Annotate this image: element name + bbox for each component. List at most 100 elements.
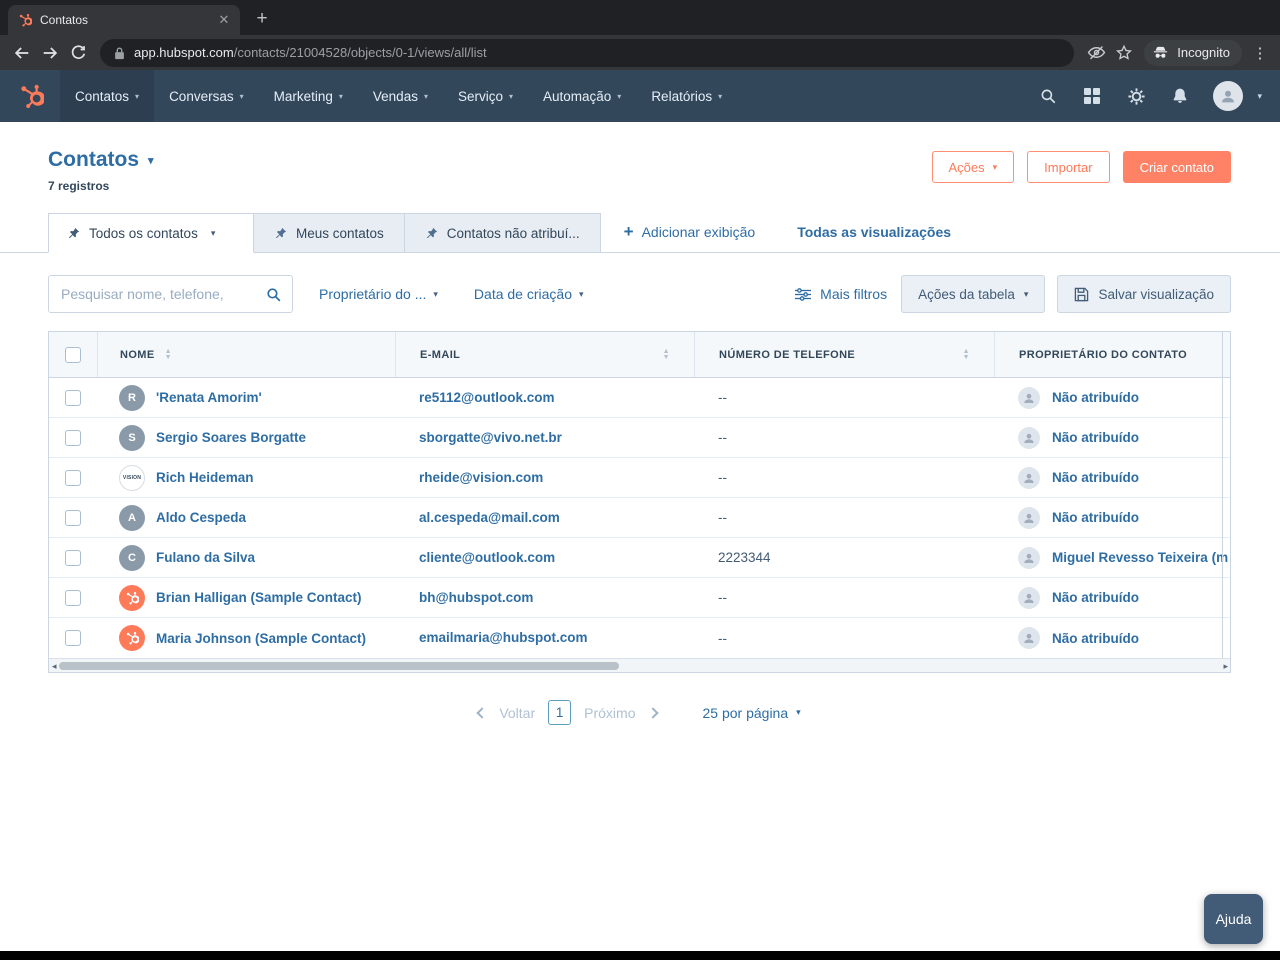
contact-name-link[interactable]: Aldo Cespeda — [156, 510, 246, 525]
contact-owner-link[interactable]: Não atribuído — [1052, 510, 1139, 525]
contact-owner-link[interactable]: Não atribuído — [1052, 470, 1139, 485]
sort-icon[interactable]: ▲ ▼ — [663, 348, 670, 361]
search-input[interactable] — [49, 286, 254, 302]
row-checkbox[interactable] — [65, 509, 81, 526]
chevron-down-icon: ▾ — [338, 91, 343, 101]
more-filters-button[interactable]: Mais filtros — [795, 286, 887, 302]
column-header-label: E-MAIL — [420, 348, 461, 361]
owner-avatar-icon — [1018, 546, 1040, 569]
nav-item-label: Marketing — [273, 88, 333, 104]
row-checkbox[interactable] — [65, 469, 81, 486]
per-page-dropdown[interactable]: 25 por página ▾ — [703, 705, 801, 721]
actions-button[interactable]: Ações ▾ — [931, 151, 1015, 183]
user-avatar[interactable] — [1213, 81, 1244, 111]
column-header-email[interactable]: E-MAIL ▲ ▼ — [395, 332, 694, 377]
select-all-checkbox[interactable] — [65, 346, 81, 363]
reload-button[interactable] — [64, 39, 92, 67]
nav-item-servico[interactable]: Serviço ▾ — [443, 70, 528, 122]
contact-owner-link[interactable]: Não atribuído — [1052, 390, 1139, 405]
view-tab-meus-contatos[interactable]: Meus contatos — [253, 213, 405, 253]
contact-email-link[interactable]: cliente@outlook.com — [419, 550, 555, 565]
contact-owner-link[interactable]: Não atribuído — [1052, 430, 1139, 445]
chevron-left-icon[interactable] — [476, 706, 488, 719]
contact-owner-link[interactable]: Não atribuído — [1052, 590, 1139, 605]
contact-owner-link[interactable]: Miguel Revesso Teixeira (m — [1052, 550, 1228, 565]
row-checkbox[interactable] — [65, 389, 81, 406]
contact-name-link[interactable]: Maria Johnson (Sample Contact) — [156, 631, 366, 646]
prev-page-button[interactable]: Voltar — [499, 705, 535, 721]
contact-email-link[interactable]: rheide@vision.com — [419, 470, 543, 485]
forward-button[interactable] — [36, 39, 64, 67]
all-views-link[interactable]: Todas as visualizações — [797, 224, 951, 240]
browser-tab[interactable]: Contatos ✕ — [8, 5, 240, 35]
sort-icon[interactable]: ▲ ▼ — [165, 348, 172, 361]
contact-letter-avatar: R — [119, 384, 145, 411]
chevron-down-icon[interactable]: ▾ — [1257, 91, 1262, 102]
contact-owner-link[interactable]: Não atribuído — [1052, 631, 1139, 646]
horizontal-scrollbar[interactable]: ◂ ▸ — [49, 658, 1230, 672]
email-cell: rheide@vision.com — [395, 469, 694, 487]
save-view-button[interactable]: Salvar visualização — [1057, 275, 1231, 313]
row-checkbox[interactable] — [65, 429, 81, 446]
table-actions-button[interactable]: Ações da tabela ▾ — [901, 275, 1046, 313]
contact-name-link[interactable]: Rich Heideman — [156, 470, 254, 485]
phone-cell: -- — [718, 630, 727, 646]
current-page-indicator[interactable]: 1 — [548, 700, 572, 725]
view-tab-todos-os-contatos[interactable]: Todos os contatos ▾ — [48, 213, 254, 253]
nav-item-automacao[interactable]: Automação ▾ — [528, 70, 636, 122]
contact-name-link[interactable]: Brian Halligan (Sample Contact) — [156, 590, 362, 605]
scroll-left-icon[interactable]: ◂ — [52, 659, 57, 673]
search-icon[interactable] — [1029, 77, 1067, 115]
nav-item-vendas[interactable]: Vendas ▾ — [358, 70, 443, 122]
plus-icon: + — [623, 222, 634, 241]
row-checkbox[interactable] — [65, 589, 81, 606]
column-header-nome[interactable]: NOME ▲ ▼ — [97, 332, 395, 377]
contact-name-link[interactable]: Sergio Soares Borgatte — [156, 430, 306, 445]
notifications-bell-icon[interactable] — [1161, 77, 1199, 115]
row-checkbox[interactable] — [65, 630, 81, 646]
back-button[interactable] — [8, 39, 36, 67]
hubspot-logo-icon[interactable] — [18, 83, 44, 109]
chevron-right-icon[interactable] — [646, 706, 659, 719]
import-button[interactable]: Importar — [1027, 151, 1110, 183]
marketplace-icon[interactable] — [1073, 77, 1111, 115]
contact-email-link[interactable]: re5112@outlook.com — [419, 390, 554, 405]
contact-email-link[interactable]: sborgatte@vivo.net.br — [419, 430, 562, 445]
contact-name-link[interactable]: 'Renata Amorim' — [156, 390, 262, 405]
contact-name-link[interactable]: Fulano da Silva — [156, 550, 255, 565]
add-view-button[interactable]: + Adicionar exibição — [623, 222, 756, 241]
owner-filter-dropdown[interactable]: Proprietário do ... ▾ — [319, 286, 438, 302]
settings-gear-icon[interactable] — [1117, 77, 1155, 115]
hubspot-sprocket-avatar — [119, 584, 145, 611]
next-page-button[interactable]: Próximo — [584, 705, 635, 721]
address-bar[interactable]: app.hubspot.com/contacts/21004528/object… — [100, 38, 1075, 67]
chevron-down-icon: ▾ — [992, 161, 998, 172]
scroll-right-icon[interactable]: ▸ — [1223, 659, 1228, 673]
contact-email-link[interactable]: bh@hubspot.com — [419, 590, 533, 605]
search-icon[interactable] — [254, 276, 292, 312]
column-header-numero-de-telefone[interactable]: NÚMERO DE TELEFONE ▲ ▼ — [694, 332, 994, 377]
create-date-filter-dropdown[interactable]: Data de criação ▾ — [474, 286, 584, 302]
nav-item-relatorios[interactable]: Relatórios ▾ — [636, 70, 737, 122]
nav-item-contatos[interactable]: Contatos ▾ — [60, 70, 155, 122]
browser-menu-icon[interactable]: ⋮ — [1248, 39, 1272, 67]
help-button[interactable]: Ajuda — [1204, 894, 1263, 944]
privacy-eye-off-icon[interactable] — [1082, 39, 1110, 67]
row-checkbox[interactable] — [65, 549, 81, 566]
phone-cell: -- — [718, 430, 727, 445]
create-contact-button[interactable]: Criar contato — [1122, 151, 1231, 183]
page-title[interactable]: Contatos ▾ — [48, 148, 154, 172]
tab-close-icon[interactable]: ✕ — [216, 12, 232, 28]
new-tab-button[interactable]: + — [248, 5, 276, 33]
contact-email-link[interactable]: emailmaria@hubspot.com — [419, 630, 587, 645]
nav-item-marketing[interactable]: Marketing ▾ — [259, 70, 358, 122]
import-button-label: Importar — [1044, 159, 1093, 175]
view-tab-contatos-nao-atribui[interactable]: Contatos não atribuí... — [403, 213, 601, 253]
bookmark-star-icon[interactable] — [1110, 39, 1138, 67]
scrollbar-thumb[interactable] — [59, 662, 619, 670]
owner-avatar-icon — [1018, 386, 1040, 409]
contact-email-link[interactable]: al.cespeda@mail.com — [419, 510, 560, 525]
nav-item-conversas[interactable]: Conversas ▾ — [154, 70, 259, 122]
sort-icon[interactable]: ▲ ▼ — [963, 348, 970, 361]
column-header-proprietario-do-contato[interactable]: PROPRIETÁRIO DO CONTATO — [994, 332, 1230, 377]
